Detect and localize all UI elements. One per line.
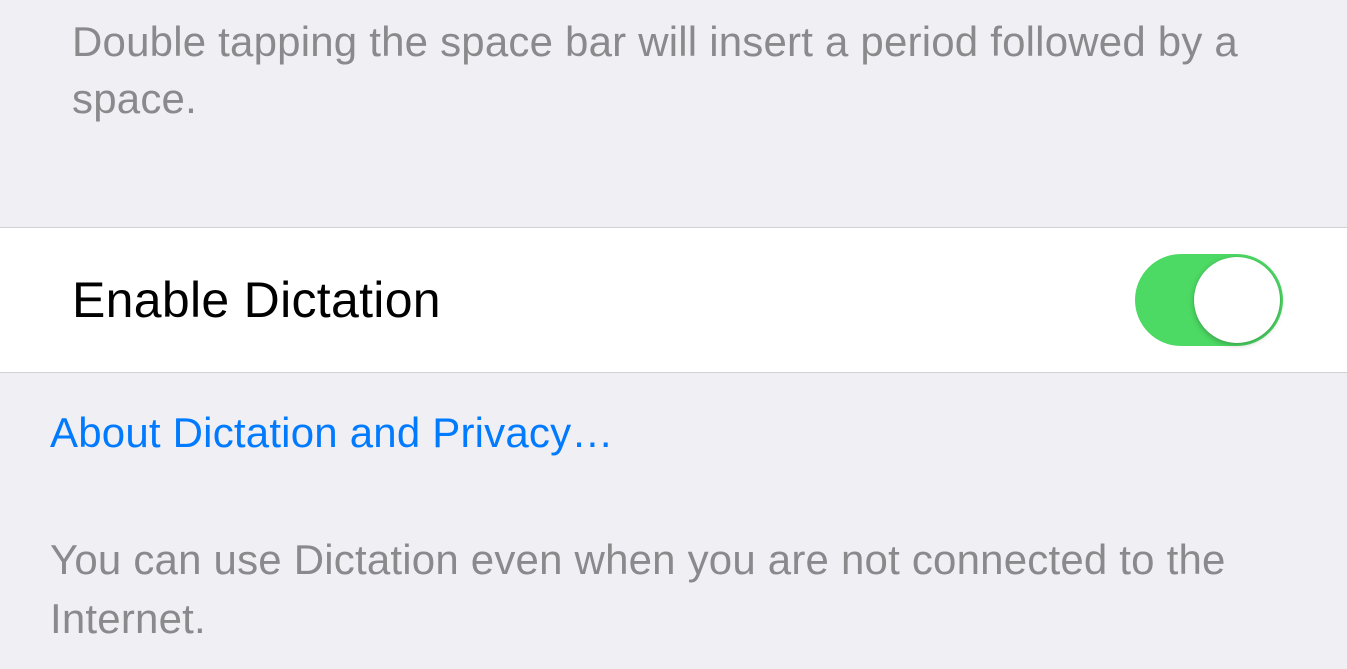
dictation-description: You can use Dictation even when you are … (0, 467, 1347, 669)
enable-dictation-row[interactable]: Enable Dictation (0, 227, 1347, 373)
toggle-knob (1194, 257, 1280, 343)
enable-dictation-toggle[interactable] (1135, 254, 1283, 346)
section-gap (0, 147, 1347, 227)
about-dictation-privacy-link[interactable]: About Dictation and Privacy… (0, 373, 1347, 467)
enable-dictation-label: Enable Dictation (72, 271, 441, 329)
previous-section-footer: Double tapping the space bar will insert… (0, 0, 1347, 147)
